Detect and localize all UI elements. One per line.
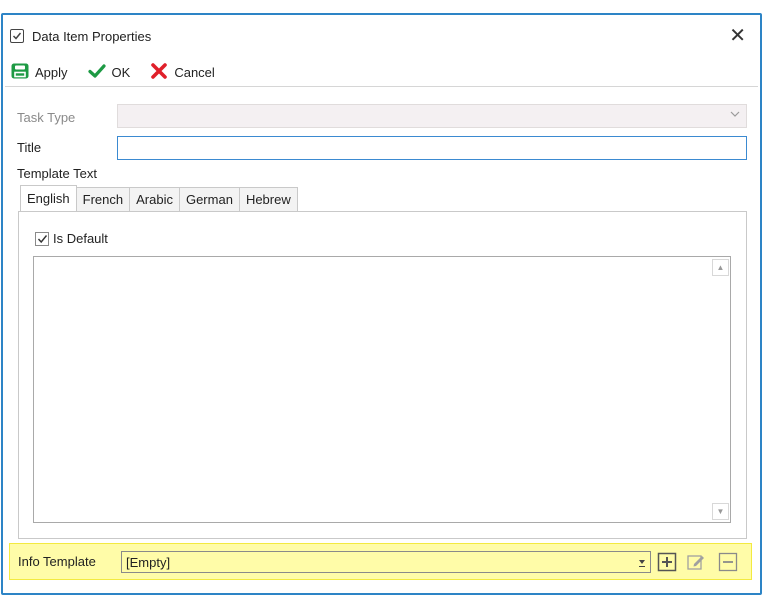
window-title: Data Item Properties — [32, 28, 152, 44]
x-icon — [150, 62, 168, 82]
toolbar-divider — [5, 86, 758, 87]
tab-english[interactable]: English — [20, 185, 77, 211]
checkbox-box — [35, 231, 49, 246]
toolbar: Apply OK Cancel — [11, 61, 215, 83]
tab-german[interactable]: German — [178, 187, 240, 211]
scroll-up-arrow-icon[interactable]: ▲ — [712, 259, 729, 276]
checkmark-icon — [87, 63, 106, 81]
cancel-label: Cancel — [174, 64, 215, 80]
close-button[interactable]: ✕ — [729, 25, 746, 47]
title-input[interactable] — [117, 136, 747, 160]
ok-button[interactable]: OK — [87, 63, 131, 81]
is-default-checkbox[interactable]: Is Default — [35, 231, 108, 246]
tab-french[interactable]: French — [75, 187, 131, 211]
apply-button[interactable]: Apply — [11, 63, 68, 82]
tab-label: English — [27, 191, 70, 206]
remove-icon[interactable] — [717, 551, 739, 573]
is-default-label: Is Default — [53, 231, 108, 246]
save-icon — [11, 63, 29, 82]
cancel-button[interactable]: Cancel — [150, 62, 215, 82]
ok-label: OK — [111, 64, 131, 80]
tab-label: French — [82, 192, 124, 207]
add-icon[interactable] — [656, 551, 678, 573]
dropdown-arrow-icon — [638, 554, 646, 571]
tab-label: Arabic — [136, 192, 173, 207]
template-text-label: Template Text — [17, 166, 97, 181]
scroll-down-arrow-icon[interactable]: ▼ — [712, 503, 729, 520]
tab-label: German — [185, 192, 233, 207]
checkbox-icon — [10, 29, 24, 43]
title-label: Title — [17, 140, 42, 155]
info-template-row: Info Template [Empty] — [9, 543, 752, 580]
title-bar: Data Item Properties ✕ — [10, 25, 754, 47]
language-tabs: English French Arabic German Hebrew — [20, 185, 298, 212]
tab-label: Hebrew — [245, 192, 291, 207]
info-template-select[interactable]: [Empty] — [121, 551, 651, 573]
edit-icon[interactable] — [685, 551, 707, 573]
tab-panel-english: Is Default ▲ ▼ — [18, 211, 747, 539]
tab-hebrew[interactable]: Hebrew — [238, 187, 298, 211]
task-type-label: Task Type — [17, 110, 76, 125]
info-template-value: [Empty] — [126, 554, 171, 570]
apply-label: Apply — [35, 64, 68, 80]
task-type-select — [117, 104, 747, 128]
info-template-label: Info Template — [18, 554, 96, 569]
chevron-down-icon — [729, 108, 741, 123]
tab-arabic[interactable]: Arabic — [129, 187, 180, 211]
vertical-scrollbar[interactable]: ▲ ▼ — [712, 258, 729, 521]
template-text-area[interactable]: ▲ ▼ — [33, 256, 731, 523]
